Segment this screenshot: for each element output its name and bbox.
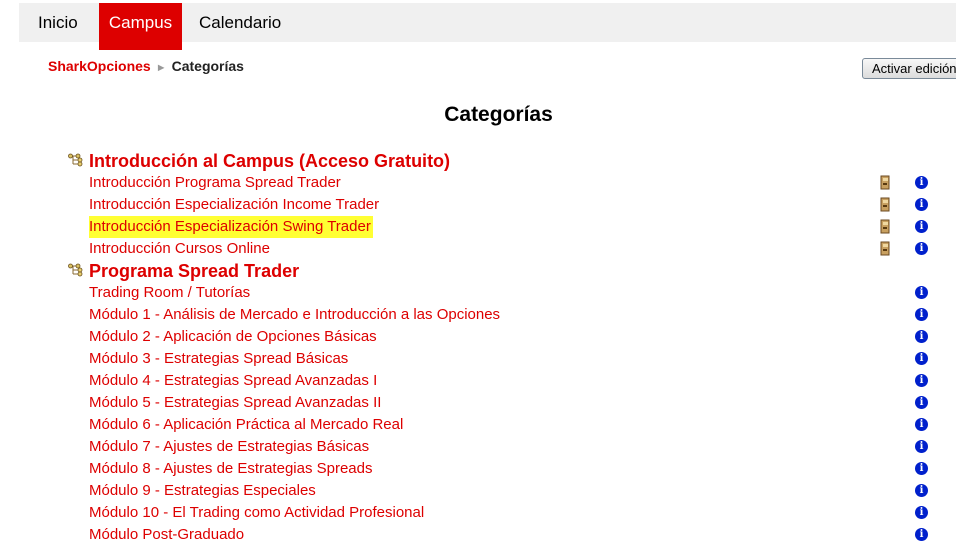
active-tab-indicator — [99, 42, 182, 50]
course-link[interactable]: Módulo 10 - El Trading como Actividad Pr… — [89, 502, 426, 524]
course-row: Módulo 9 - Estrategias Especiales i — [0, 480, 956, 502]
toggle-editing-button[interactable]: Activar edición — [862, 58, 956, 79]
course-row: Módulo 8 - Ajustes de Estrategias Spread… — [0, 458, 956, 480]
course-link[interactable]: Introducción Programa Spread Trader — [89, 172, 343, 194]
course-row: Introducción Programa Spread Trader i — [0, 172, 956, 194]
breadcrumb-current: Categorías — [171, 58, 244, 74]
course-link[interactable]: Introducción Especialización Swing Trade… — [89, 216, 373, 238]
course-row: Introducción Especialización Income Trad… — [0, 194, 956, 216]
info-icon[interactable]: i — [915, 528, 928, 541]
breadcrumb-separator-icon: ► — [155, 62, 167, 74]
course-row: Módulo 5 - Estrategias Spread Avanzadas … — [0, 392, 956, 414]
guest-key-icon — [880, 219, 890, 234]
course-link[interactable]: Módulo 9 - Estrategias Especiales — [89, 480, 318, 502]
course-link[interactable]: Introducción Cursos Online — [89, 238, 272, 260]
course-row: Módulo 7 - Ajustes de Estrategias Básica… — [0, 436, 956, 458]
category-folder-icon — [68, 153, 83, 167]
info-icon[interactable]: i — [915, 330, 928, 343]
course-link[interactable]: Módulo 5 - Estrategias Spread Avanzadas … — [89, 392, 383, 414]
info-icon[interactable]: i — [915, 418, 928, 431]
course-link[interactable]: Módulo 1 - Análisis de Mercado e Introdu… — [89, 304, 502, 326]
course-link[interactable]: Módulo 4 - Estrategias Spread Avanzadas … — [89, 370, 379, 392]
info-icon[interactable]: i — [915, 242, 928, 255]
course-link[interactable]: Módulo 3 - Estrategias Spread Básicas — [89, 348, 350, 370]
course-row: Módulo 4 - Estrategias Spread Avanzadas … — [0, 370, 956, 392]
course-link[interactable]: Módulo 6 - Aplicación Práctica al Mercad… — [89, 414, 405, 436]
nav-inicio[interactable]: Inicio — [28, 3, 88, 42]
info-icon[interactable]: i — [915, 374, 928, 387]
breadcrumb-home-link[interactable]: SharkOpciones — [48, 58, 151, 74]
course-row: Módulo 10 - El Trading como Actividad Pr… — [0, 502, 956, 524]
course-link[interactable]: Módulo 8 - Ajustes de Estrategias Spread… — [89, 458, 375, 480]
info-icon[interactable]: i — [915, 286, 928, 299]
nav-calendario[interactable]: Calendario — [189, 3, 291, 42]
guest-key-icon — [880, 175, 890, 190]
info-icon[interactable]: i — [915, 176, 928, 189]
info-icon[interactable]: i — [915, 198, 928, 211]
category-link[interactable]: Programa Spread Trader — [89, 260, 299, 282]
info-icon[interactable]: i — [915, 440, 928, 453]
page-title: Categorías — [444, 103, 553, 126]
category-link[interactable]: Introducción al Campus (Acceso Gratuito) — [89, 150, 450, 172]
info-icon[interactable]: i — [915, 462, 928, 475]
course-link[interactable]: Módulo 7 - Ajustes de Estrategias Básica… — [89, 436, 371, 458]
course-row: Módulo 6 - Aplicación Práctica al Mercad… — [0, 414, 956, 436]
course-row: Módulo Post-Graduado i — [0, 524, 956, 541]
info-icon[interactable]: i — [915, 308, 928, 321]
info-icon[interactable]: i — [915, 484, 928, 497]
course-row: Módulo 3 - Estrategias Spread Básicas i — [0, 348, 956, 370]
course-row: Trading Room / Tutorías i — [0, 282, 956, 304]
info-icon[interactable]: i — [915, 506, 928, 519]
course-link[interactable]: Trading Room / Tutorías — [89, 282, 252, 304]
info-icon[interactable]: i — [915, 352, 928, 365]
course-row: Módulo 2 - Aplicación de Opciones Básica… — [0, 326, 956, 348]
course-row: Introducción Especialización Swing Trade… — [0, 216, 956, 238]
course-link[interactable]: Módulo Post-Graduado — [89, 524, 246, 541]
category-folder-icon — [68, 263, 83, 277]
course-link[interactable]: Introducción Especialización Income Trad… — [89, 194, 381, 216]
breadcrumb: SharkOpciones ► Categorías — [48, 58, 244, 74]
guest-key-icon — [880, 197, 890, 212]
course-row: Introducción Cursos Online i — [0, 238, 956, 260]
info-icon[interactable]: i — [915, 396, 928, 409]
nav-campus[interactable]: Campus — [99, 3, 182, 42]
top-navbar: Inicio Campus Calendario — [19, 3, 956, 42]
info-icon[interactable]: i — [915, 220, 928, 233]
course-row: Módulo 1 - Análisis de Mercado e Introdu… — [0, 304, 956, 326]
course-link[interactable]: Módulo 2 - Aplicación de Opciones Básica… — [89, 326, 379, 348]
guest-key-icon — [880, 241, 890, 256]
